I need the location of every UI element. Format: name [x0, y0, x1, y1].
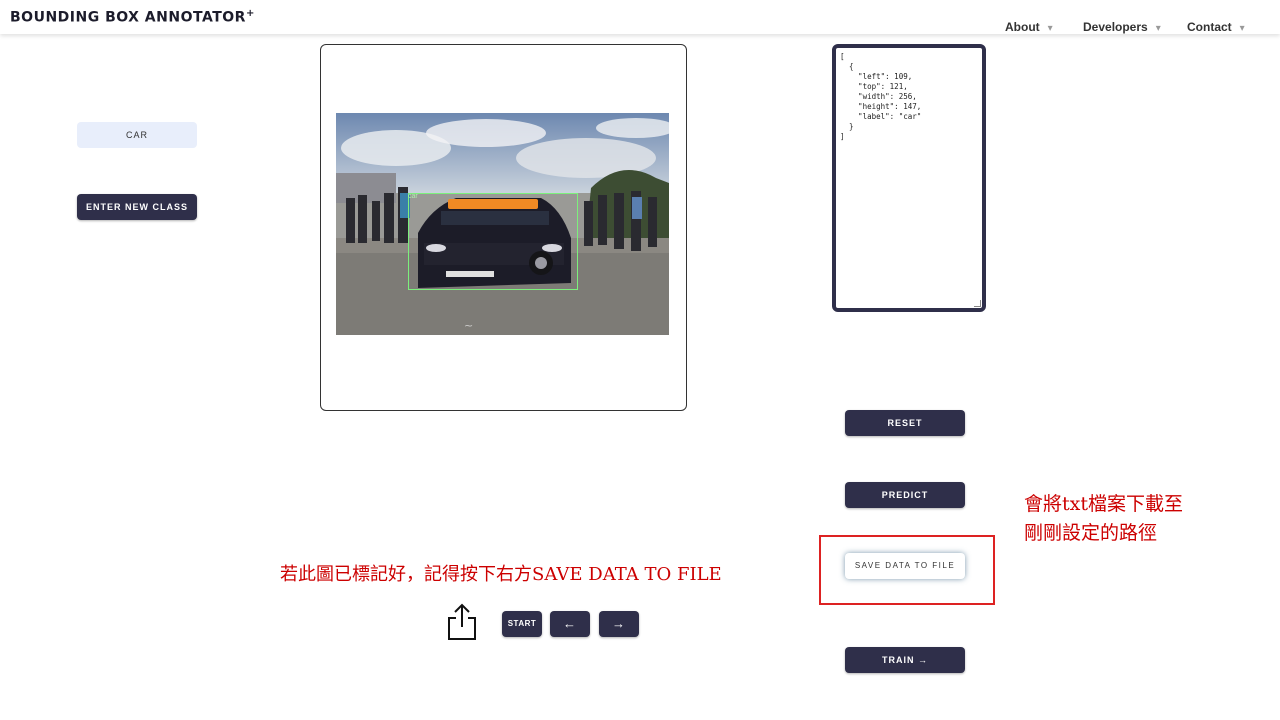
app-brand[interactable]: BOUNDING BOX ANNOTATOR+: [10, 8, 255, 26]
resize-handle-icon[interactable]: [974, 300, 981, 307]
nav-developers-label: Developers: [1083, 20, 1148, 34]
nav-about[interactable]: About ▾: [1005, 20, 1053, 34]
top-navbar: BOUNDING BOX ANNOTATOR+ About ▾ Developer…: [0, 0, 1280, 34]
car-photo[interactable]: ~ car: [336, 113, 669, 335]
json-output-text: [ { "left": 109, "top": 121, "width": 25…: [840, 52, 922, 141]
nav-developers[interactable]: Developers ▾: [1083, 20, 1161, 34]
json-output-textarea[interactable]: [ { "left": 109, "top": 121, "width": 25…: [832, 44, 986, 312]
chevron-down-icon: ▾: [1239, 23, 1245, 34]
next-image-button[interactable]: →: [599, 611, 639, 637]
predict-button[interactable]: PREDICT: [845, 482, 965, 508]
share-icon[interactable]: [446, 603, 478, 641]
reset-button[interactable]: RESET: [845, 410, 965, 436]
nav-contact-label: Contact: [1187, 20, 1232, 34]
enter-new-class-button[interactable]: ENTER NEW CLASS: [77, 194, 197, 220]
start-button[interactable]: START: [502, 611, 542, 637]
bounding-box-car[interactable]: car: [408, 193, 578, 290]
brand-mark: +: [245, 8, 255, 19]
annotation-note-right: 會將txt檔案下載至 剛剛設定的路徑: [1024, 490, 1183, 548]
annotation-highlight-box: [819, 535, 995, 605]
annotation-note-right-line1: 會將txt檔案下載至: [1024, 493, 1183, 515]
chevron-down-icon: ▾: [1155, 23, 1161, 34]
bbox-label: car: [408, 193, 418, 200]
annotation-note-left: 若此圖已標記好，記得按下右方SAVE DATA TO FILE: [280, 564, 722, 585]
train-button[interactable]: TRAIN →: [845, 647, 965, 673]
brand-title: BOUNDING BOX ANNOTATOR: [10, 9, 246, 26]
svg-text:~: ~: [464, 319, 473, 332]
annotation-canvas: ~ car: [320, 44, 687, 411]
nav-contact[interactable]: Contact ▾: [1187, 20, 1245, 34]
annotation-note-right-line2: 剛剛設定的路徑: [1024, 522, 1158, 544]
class-chip-car[interactable]: CAR: [77, 122, 197, 148]
chevron-down-icon: ▾: [1047, 23, 1053, 34]
prev-image-button[interactable]: ←: [550, 611, 590, 637]
nav-about-label: About: [1005, 20, 1040, 34]
